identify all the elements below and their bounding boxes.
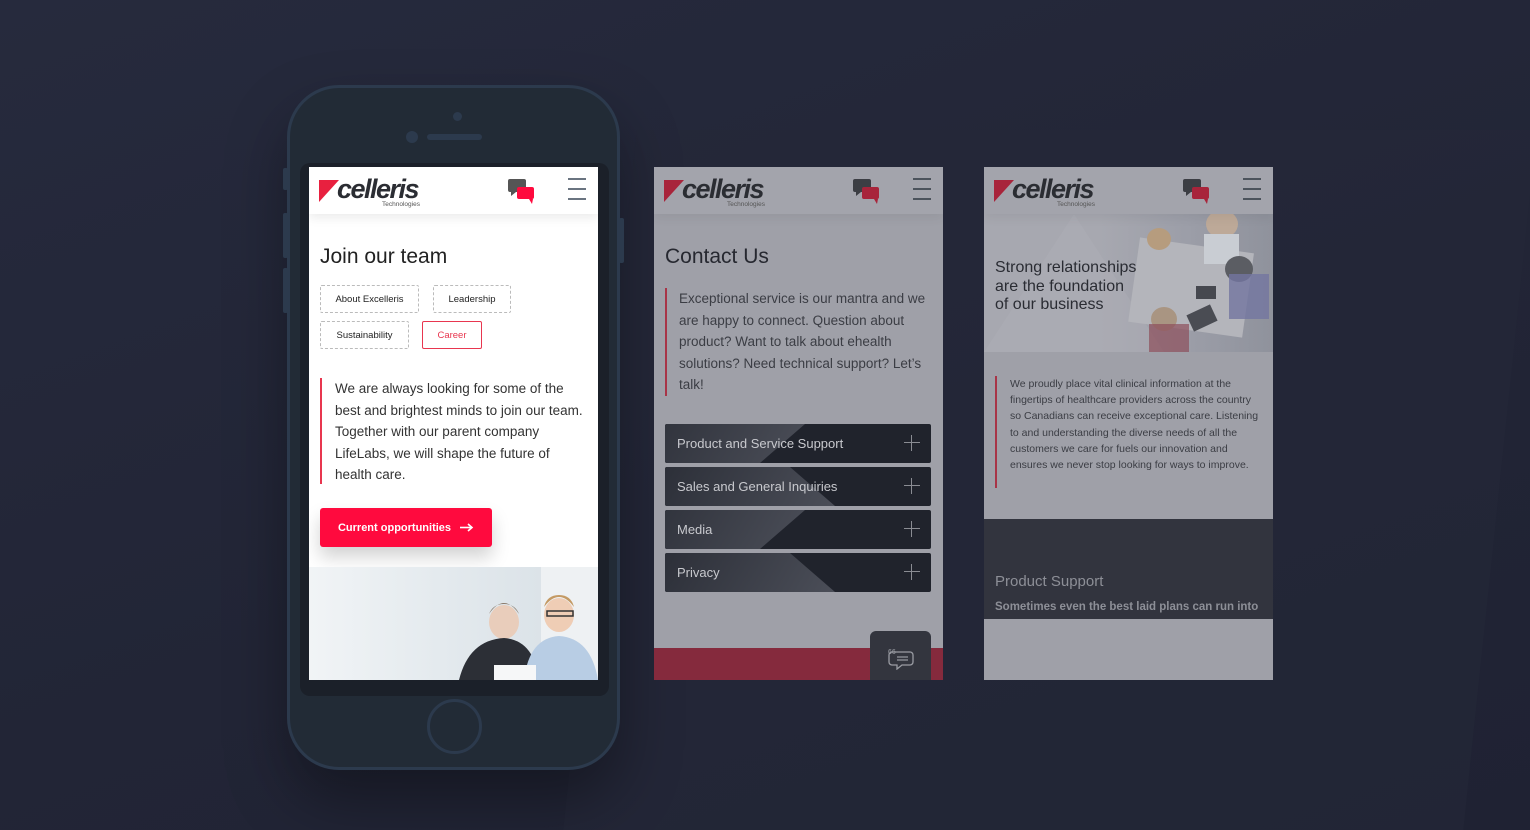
- hamburger-menu-icon[interactable]: [1243, 178, 1261, 200]
- site-header: celleris Technologies: [984, 167, 1273, 214]
- team-photo: [309, 567, 598, 680]
- plus-icon: [904, 564, 920, 580]
- page-title: Contact Us: [665, 245, 769, 268]
- accordion-item-media[interactable]: Media: [665, 510, 931, 549]
- hero-title: Strong relationships are the foundation …: [995, 259, 1136, 315]
- hero-title-line: of our business: [995, 296, 1104, 313]
- accordion-label: Sales and General Inquiries: [677, 479, 838, 494]
- accordion-item-privacy[interactable]: Privacy: [665, 553, 931, 592]
- phone-side-button: [283, 168, 288, 190]
- phone-power-button: [619, 218, 624, 263]
- hero-title-line: Strong relationships: [995, 259, 1137, 276]
- phone-sensor: [406, 131, 418, 143]
- screen-about: celleris Technologies Strong relationshi…: [984, 167, 1273, 680]
- hamburger-menu-icon[interactable]: [568, 178, 586, 200]
- logo-mark-icon: [319, 180, 339, 202]
- phone-camera: [453, 112, 462, 121]
- page-title: Join our team: [320, 245, 448, 268]
- intro-text: We proudly place vital clinical informat…: [995, 376, 1265, 488]
- screen-contact: celleris Technologies Contact Us Excepti…: [654, 167, 943, 680]
- intro-text: We are always looking for some of the be…: [320, 378, 590, 484]
- product-support-section: Product Support Sometimes even the best …: [984, 519, 1273, 619]
- team-photo-illustration: [459, 567, 598, 680]
- logo[interactable]: celleris Technologies: [319, 173, 434, 211]
- hero-banner: Strong relationships are the foundation …: [984, 214, 1273, 352]
- logo-mark-icon: [664, 180, 684, 202]
- phone-home-button: [427, 699, 482, 754]
- chat-quote-icon: 66: [888, 649, 914, 670]
- current-opportunities-button[interactable]: Current opportunities: [320, 508, 492, 547]
- chat-bubbles-icon[interactable]: [1183, 179, 1211, 205]
- accordion-label: Product and Service Support: [677, 436, 844, 451]
- phone-speaker: [427, 134, 482, 140]
- chat-bubbles-icon[interactable]: [508, 179, 536, 205]
- nav-pill-leadership[interactable]: Leadership: [433, 285, 511, 313]
- hamburger-menu-icon[interactable]: [913, 178, 931, 200]
- logo-subtitle: Technologies: [382, 201, 420, 208]
- chat-button[interactable]: 66: [870, 631, 931, 680]
- plus-icon: [904, 521, 920, 537]
- accordion-label: Media: [677, 522, 713, 537]
- section-subtitle: Sometimes even the best laid plans can r…: [995, 601, 1259, 613]
- nav-pill-about[interactable]: About Excelleris: [320, 285, 419, 313]
- intro-text: Exceptional service is our mantra and we…: [665, 288, 935, 396]
- nav-pill-career[interactable]: Career: [422, 321, 482, 349]
- section-title: Product Support: [995, 573, 1104, 590]
- site-header: celleris Technologies: [654, 167, 943, 214]
- site-header: celleris Technologies: [309, 167, 598, 214]
- screen-career: celleris Technologies Join our team Abou…: [309, 167, 598, 680]
- hero-title-line: are the foundation: [995, 277, 1124, 295]
- plus-icon: [904, 435, 920, 451]
- accordion-item-product-support[interactable]: Product and Service Support: [665, 424, 931, 463]
- chat-bubbles-icon[interactable]: [853, 179, 881, 205]
- plus-icon: [904, 478, 920, 494]
- svg-text:66: 66: [888, 649, 896, 656]
- phone-volume-down: [283, 268, 288, 313]
- logo-subtitle: Technologies: [1057, 201, 1095, 208]
- logo-subtitle: Technologies: [727, 201, 765, 208]
- arrow-right-icon: [460, 523, 474, 532]
- logo[interactable]: celleris Technologies: [994, 173, 1109, 211]
- nav-pill-sustainability[interactable]: Sustainability: [320, 321, 409, 349]
- accordion-label: Privacy: [677, 565, 720, 580]
- accordion-item-sales[interactable]: Sales and General Inquiries: [665, 467, 931, 506]
- logo-mark-icon: [994, 180, 1014, 202]
- logo[interactable]: celleris Technologies: [664, 173, 779, 211]
- cta-label: Current opportunities: [337, 521, 452, 534]
- phone-volume-up: [283, 213, 288, 258]
